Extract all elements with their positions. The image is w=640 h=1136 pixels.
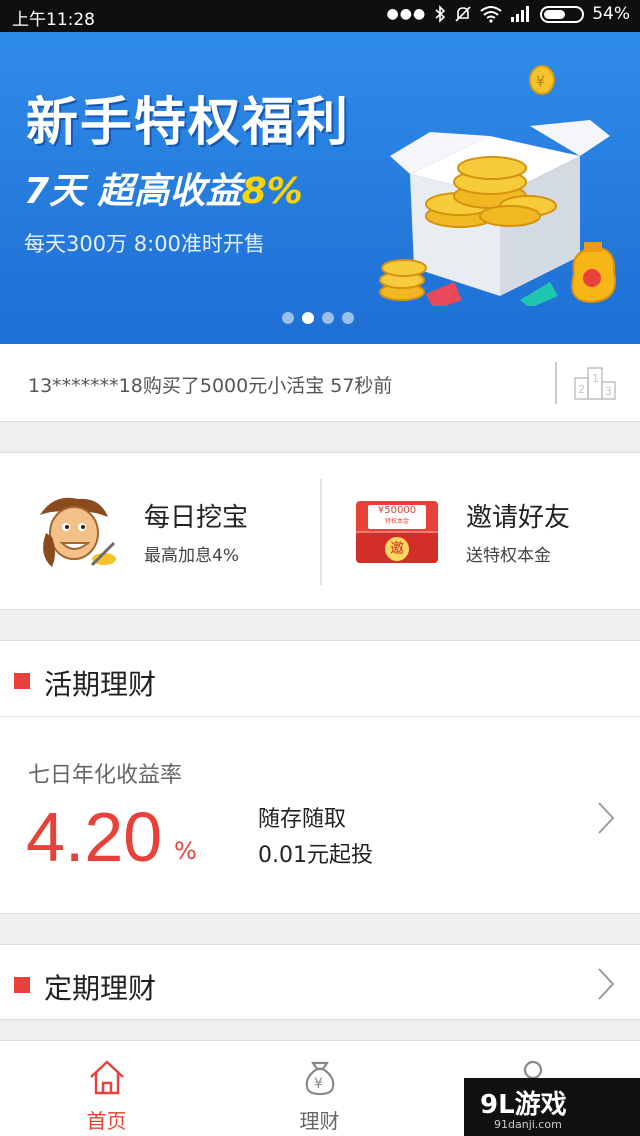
podium-label-1: 1 bbox=[592, 372, 599, 385]
rate-label: 七日年化收益率 bbox=[28, 763, 183, 788]
red-packet-icon: ¥50000 特权本金 邀 bbox=[356, 501, 438, 563]
home-icon bbox=[90, 1060, 124, 1095]
svg-text:¥: ¥ bbox=[536, 74, 545, 90]
tab-finance-label: 理财 bbox=[299, 1109, 340, 1133]
current-finance-header: 活期理财 bbox=[0, 641, 640, 717]
chevron-right-icon[interactable] bbox=[596, 801, 616, 835]
rate-value: 4.20 bbox=[26, 798, 163, 876]
red-packet-sub: 特权本金 bbox=[384, 518, 409, 525]
banner-dot[interactable] bbox=[282, 312, 294, 324]
banner-rate-highlight: 8% bbox=[241, 171, 303, 212]
purchase-ticker: 13*******18购买了5000元小活宝 57秒前 2 1 3 bbox=[0, 344, 640, 422]
daily-treasure-subtitle: 最高加息4% bbox=[144, 546, 239, 566]
daily-treasure-card[interactable]: 每日挖宝 最高加息4% bbox=[0, 453, 320, 611]
current-product-card[interactable]: 七日年化收益率 4.20 % 随存随取 0.01元起投 bbox=[0, 717, 640, 913]
tab-home-label: 首页 bbox=[86, 1109, 127, 1133]
promo-banner[interactable]: 新手特权福利 7天 超高收益8% 每天300万 8:00准时开售 ¥ bbox=[0, 32, 640, 344]
app-screen: 上午11:28 ●●● 54% 新手特权福利 7天 超高收益8% 每天300万 … bbox=[0, 0, 640, 1136]
battery-icon bbox=[540, 5, 585, 23]
banner-title: 新手特权福利 bbox=[26, 93, 351, 153]
daily-treasure-title: 每日挖宝 bbox=[144, 503, 249, 533]
chevron-right-icon[interactable] bbox=[596, 967, 616, 1001]
banner-dot[interactable] bbox=[322, 312, 334, 324]
status-bar: 上午11:28 ●●● 54% bbox=[0, 0, 640, 32]
battery-percent: 54% bbox=[592, 4, 630, 24]
fixed-finance-title: 定期理财 bbox=[44, 972, 157, 1005]
product-feature-2: 0.01元起投 bbox=[258, 843, 373, 868]
banner-dot-active[interactable] bbox=[302, 312, 314, 324]
tab-finance[interactable]: ¥ 理财 bbox=[213, 1041, 426, 1136]
section-marker bbox=[14, 673, 30, 689]
status-time: 上午11:28 bbox=[12, 10, 95, 30]
bluetooth-icon bbox=[435, 5, 446, 23]
leaderboard-icon[interactable]: 2 1 3 bbox=[574, 366, 616, 400]
site-watermark: 9L游戏 91danji.com bbox=[464, 1078, 640, 1136]
watermark-url: 91danji.com bbox=[494, 1118, 562, 1131]
status-icons: ●●● 54% bbox=[387, 4, 630, 24]
treasure-hunter-icon bbox=[40, 497, 116, 567]
red-packet-amount: ¥50000 bbox=[377, 505, 417, 516]
banner-description: 每天300万 8:00准时开售 bbox=[24, 232, 265, 256]
ticker-divider bbox=[555, 362, 557, 404]
current-finance-title: 活期理财 bbox=[44, 668, 157, 701]
more-dots-icon: ●●● bbox=[386, 6, 427, 22]
podium-label-3: 3 bbox=[605, 385, 612, 398]
banner-subtitle-text: 7天 超高收益 bbox=[24, 171, 242, 212]
fixed-finance-section[interactable]: 定期理财 bbox=[0, 944, 640, 1020]
podium-label-2: 2 bbox=[578, 383, 585, 396]
coin-box-illustration: ¥ bbox=[379, 65, 616, 306]
banner-dot[interactable] bbox=[342, 312, 354, 324]
ticker-text: 13*******18购买了5000元小活宝 57秒前 bbox=[28, 375, 393, 397]
wifi-icon bbox=[480, 6, 502, 23]
current-finance-section: 活期理财 七日年化收益率 4.20 % 随存随取 0.01元起投 bbox=[0, 640, 640, 914]
fixed-finance-header[interactable]: 定期理财 bbox=[0, 945, 640, 1021]
red-packet-char: 邀 bbox=[385, 537, 409, 561]
invite-friends-card[interactable]: ¥50000 特权本金 邀 邀请好友 送特权本金 bbox=[322, 453, 640, 611]
invite-friends-subtitle: 送特权本金 bbox=[466, 546, 551, 566]
signal-icon bbox=[511, 6, 530, 22]
svg-text:¥: ¥ bbox=[314, 1076, 323, 1092]
mute-icon bbox=[455, 6, 471, 22]
watermark-brand: 9L游戏 bbox=[480, 1090, 567, 1120]
product-feature-1: 随存随取 bbox=[258, 807, 347, 832]
section-marker bbox=[14, 977, 30, 993]
banner-subtitle: 7天 超高收益8% bbox=[24, 162, 303, 214]
banner-pagination[interactable] bbox=[282, 312, 354, 324]
tab-home[interactable]: 首页 bbox=[0, 1041, 213, 1136]
rate-unit: % bbox=[174, 837, 197, 865]
invite-friends-title: 邀请好友 bbox=[466, 503, 571, 533]
money-bag-icon: ¥ bbox=[305, 1061, 335, 1096]
feature-cards: 每日挖宝 最高加息4% ¥50000 特权本金 邀 邀请好友 送特权本金 bbox=[0, 452, 640, 610]
